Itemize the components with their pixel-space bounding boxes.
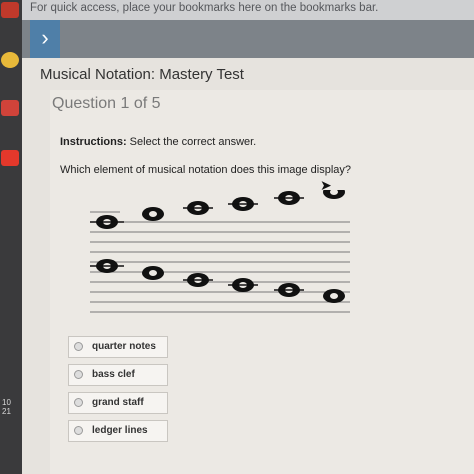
radio-button[interactable] [74,398,83,407]
choice-label: bass clef [92,369,135,380]
instructions-text: Select the correct answer. [126,136,257,148]
question-panel: Question 1 of 5 Instructions: Select the… [50,90,474,474]
bookmarks-bar: For quick access, place your bookmarks h… [22,0,474,20]
app-icon[interactable] [1,2,19,18]
os-taskbar: 10 21 [0,0,22,474]
gmail-icon[interactable] [1,100,19,116]
test-content: Musical Notation: Mastery Test Question … [22,58,474,474]
date-line2: 21 [2,407,11,416]
date-line1: 10 [2,398,11,407]
chevron-right-icon[interactable]: › [30,20,60,58]
choice-ledger-lines[interactable]: ledger lines [68,420,168,442]
choice-label: quarter notes [92,341,156,352]
question-prompt: Which element of musical notation does t… [60,164,352,176]
choice-label: grand staff [92,397,144,408]
instructions: Instructions: Select the correct answer. [60,136,256,148]
music-notation-image [90,190,350,313]
choice-label: ledger lines [92,425,148,436]
instructions-label: Instructions: [60,136,127,148]
choice-bass-clef[interactable]: bass clef [68,364,168,386]
radio-button[interactable] [74,370,83,379]
test-title: Musical Notation: Mastery Test [40,66,244,83]
question-label: Question 1 of 5 [52,95,161,112]
choice-grand-staff[interactable]: grand staff [68,392,168,414]
bookmarks-hint: For quick access, place your bookmarks h… [30,2,379,14]
choice-quarter-notes[interactable]: quarter notes [68,336,168,358]
radio-button[interactable] [74,342,83,351]
clock-date: 10 21 [2,398,11,416]
chrome-icon[interactable] [1,52,19,68]
radio-button[interactable] [74,426,83,435]
youtube-icon[interactable] [1,150,19,166]
navigation-strip: › [22,20,474,58]
